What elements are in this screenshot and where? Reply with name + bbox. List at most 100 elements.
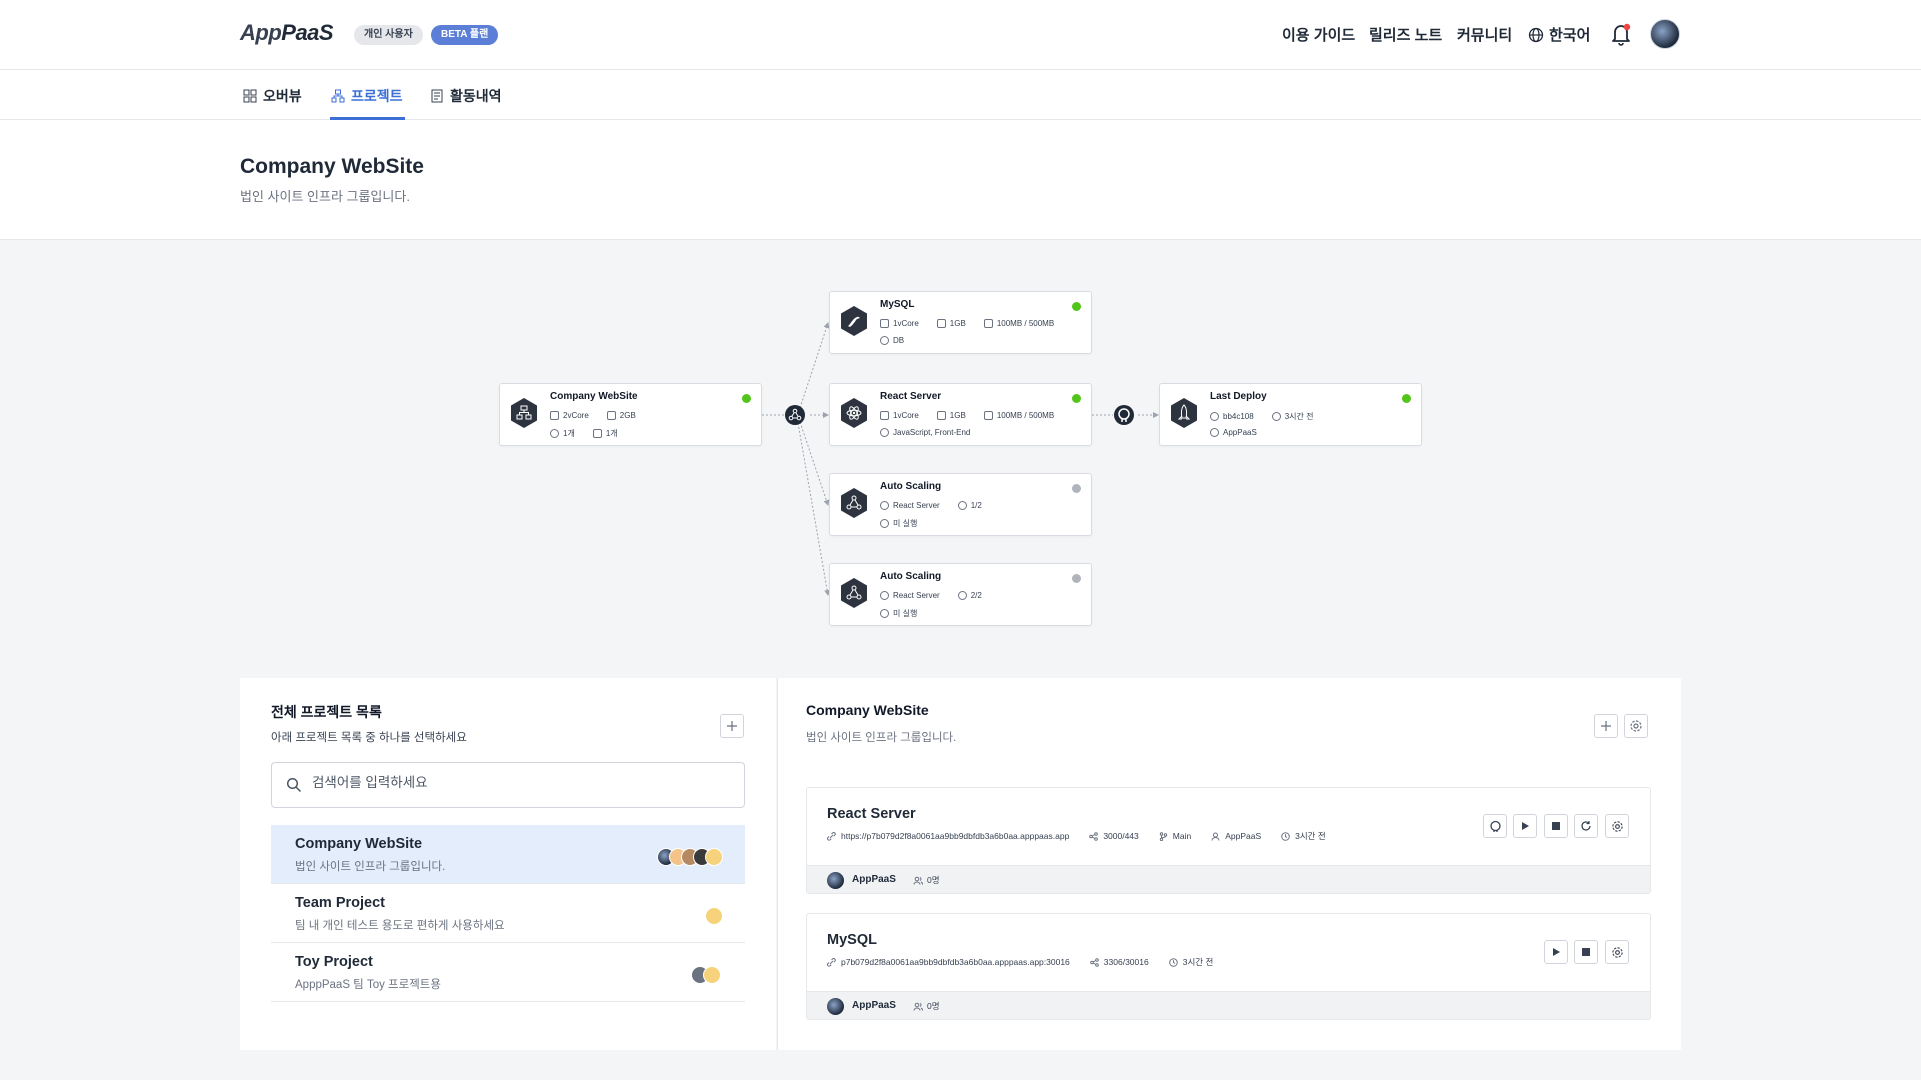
node-mysql[interactable]: MySQL 1vCore 1GB 100MB / 500MB DB xyxy=(829,291,1092,354)
users-icon xyxy=(913,876,923,885)
storage-icon xyxy=(592,429,602,438)
view-count: 1개 xyxy=(563,429,575,438)
node-specs: React Server 1/2 xyxy=(880,501,982,510)
page-title: Company WebSite xyxy=(240,155,424,178)
language-selector[interactable]: 한국어 xyxy=(1528,24,1590,45)
clock-icon xyxy=(1281,831,1290,841)
app-logo[interactable]: AppPaaS xyxy=(240,20,334,46)
nav-community-link[interactable]: 커뮤니티 xyxy=(1457,24,1512,45)
project-detail-subtitle: 법인 사이트 인프라 그룹입니다. xyxy=(806,732,957,744)
nav-release-notes-link[interactable]: 릴리즈 노트 xyxy=(1369,24,1442,45)
github-icon[interactable] xyxy=(1114,405,1134,425)
project-search[interactable] xyxy=(271,762,745,808)
service-name: MySQL xyxy=(827,932,877,948)
start-button[interactable] xyxy=(1513,814,1537,838)
tab-overview-label: 오버뷰 xyxy=(263,88,302,104)
globe-icon xyxy=(1528,27,1544,43)
tag-value: DB xyxy=(893,336,905,345)
tab-activity[interactable]: 활동내역 xyxy=(430,86,502,106)
restart-button[interactable] xyxy=(1574,814,1598,838)
stop-button[interactable] xyxy=(1544,814,1568,838)
search-input[interactable] xyxy=(312,775,712,790)
status-dot xyxy=(742,394,751,403)
instance-count: 2/2 xyxy=(970,591,982,600)
notification-bell-icon[interactable] xyxy=(1610,22,1632,46)
service-settings-button[interactable] xyxy=(1605,940,1629,964)
project-item[interactable]: Team Project 팀 내 개인 테스트 용도로 편하게 사용하세요 xyxy=(271,884,745,943)
service-url[interactable]: p7b079d2f8a0061aa9bb9dbfdb3a6b0aa.apppaa… xyxy=(841,957,1070,967)
state-value: 미 실행 xyxy=(893,519,918,528)
member-avatars xyxy=(691,966,723,984)
project-settings-button[interactable] xyxy=(1624,714,1648,738)
share-icon xyxy=(1089,831,1099,841)
user-avatar[interactable] xyxy=(1650,19,1680,49)
cpu-icon xyxy=(550,411,559,420)
tab-project-label: 프로젝트 xyxy=(351,88,403,104)
node-auto-scaling-1[interactable]: Auto Scaling React Server 1/2 미 실행 xyxy=(829,473,1092,536)
service-settings-button[interactable] xyxy=(1605,814,1629,838)
stop-button[interactable] xyxy=(1574,940,1598,964)
owner-name: AppPaaS xyxy=(852,874,896,885)
service-url[interactable]: https://p7b079d2f8a0061aa9bb9dbfdb3a6b0a… xyxy=(841,831,1069,841)
status-dot xyxy=(1072,574,1081,583)
node-react-server[interactable]: React Server 1vCore 1GB 100MB / 500MB Java… xyxy=(829,383,1092,446)
github-button[interactable] xyxy=(1483,814,1507,838)
branch-icon xyxy=(1159,831,1168,841)
eye-icon xyxy=(880,501,889,510)
node-counts: 1개 1개 xyxy=(550,428,618,439)
owner-avatar xyxy=(827,998,844,1015)
nav-guide-link[interactable]: 이용 가이드 xyxy=(1282,24,1355,45)
tab-activity-label: 활동내역 xyxy=(450,88,502,104)
status-dot xyxy=(1072,302,1081,311)
react-icon xyxy=(840,397,868,429)
user-icon xyxy=(1210,428,1219,437)
service-footer: AppPaaS 0명 xyxy=(807,991,1650,1019)
disk-usage: 100MB / 500MB xyxy=(996,411,1055,420)
project-list-subtitle: 아래 프로젝트 목록 중 하나를 선택하세요 xyxy=(271,732,467,744)
cpu-icon xyxy=(880,319,889,328)
deploy-info: bb4c108 3시간 전 xyxy=(1210,411,1313,422)
project-item[interactable]: Toy Project ApppPaaS 팀 Toy 프로젝트용 xyxy=(271,943,745,1002)
node-company-website[interactable]: Company WebSite 2vCore 2GB 1개 1개 xyxy=(499,383,762,446)
tab-bar: 오버뷰 프로젝트 활동내역 xyxy=(0,70,1921,120)
link-icon xyxy=(827,957,836,967)
service-card-react[interactable]: React Server https://p7b079d2f8a0061aa9b… xyxy=(806,787,1651,894)
member-avatars xyxy=(705,907,725,925)
project-item[interactable]: Company WebSite 법인 사이트 인프라 그룹입니다. xyxy=(271,825,745,884)
logo-app-text: App xyxy=(240,20,282,45)
sitemap-node-icon xyxy=(510,397,538,429)
node-last-deploy[interactable]: Last Deploy bb4c108 3시간 전 AppPaaS xyxy=(1159,383,1422,446)
gear-icon xyxy=(1629,719,1643,733)
user-icon xyxy=(1211,832,1220,841)
tab-project[interactable]: 프로젝트 xyxy=(331,86,403,106)
node-tags: DB xyxy=(880,336,904,345)
node-specs: 1vCore 1GB 100MB / 500MB xyxy=(880,411,1054,420)
start-button[interactable] xyxy=(1544,940,1568,964)
node-title: Auto Scaling xyxy=(880,481,942,492)
state-value: 미 실행 xyxy=(893,609,918,618)
tag-value: JavaScript, Front-End xyxy=(893,428,971,437)
node-state: 미 실행 xyxy=(880,608,917,619)
plan-beta-badge: BETA 플랜 xyxy=(431,25,499,45)
clock-icon xyxy=(880,519,889,528)
traffic-router-icon[interactable] xyxy=(785,405,805,425)
service-card-mysql[interactable]: MySQL p7b079d2f8a0061aa9bb9dbfdb3a6b0aa.… xyxy=(806,913,1651,1020)
scaling-icon xyxy=(840,487,868,519)
storage-count: 1개 xyxy=(605,429,618,438)
node-auto-scaling-2[interactable]: Auto Scaling React Server 2/2 미 실행 xyxy=(829,563,1092,626)
project-name: Toy Project xyxy=(295,954,373,970)
project-list-title: 전체 프로젝트 목록 xyxy=(271,704,382,720)
memory-icon xyxy=(936,411,946,420)
tab-overview[interactable]: 오버뷰 xyxy=(243,86,302,106)
owner-avatar xyxy=(827,872,844,889)
project-desc: 법인 사이트 인프라 그룹입니다. xyxy=(295,861,446,873)
add-project-button[interactable] xyxy=(720,714,744,738)
status-dot xyxy=(1072,394,1081,403)
chart-icon xyxy=(983,319,993,328)
scaling-icon xyxy=(840,577,868,609)
gear-icon xyxy=(1611,946,1624,959)
deploy-time: 3시간 전 xyxy=(1284,412,1314,421)
avatar xyxy=(705,907,723,925)
add-service-button[interactable] xyxy=(1594,714,1618,738)
avatar xyxy=(703,966,721,984)
